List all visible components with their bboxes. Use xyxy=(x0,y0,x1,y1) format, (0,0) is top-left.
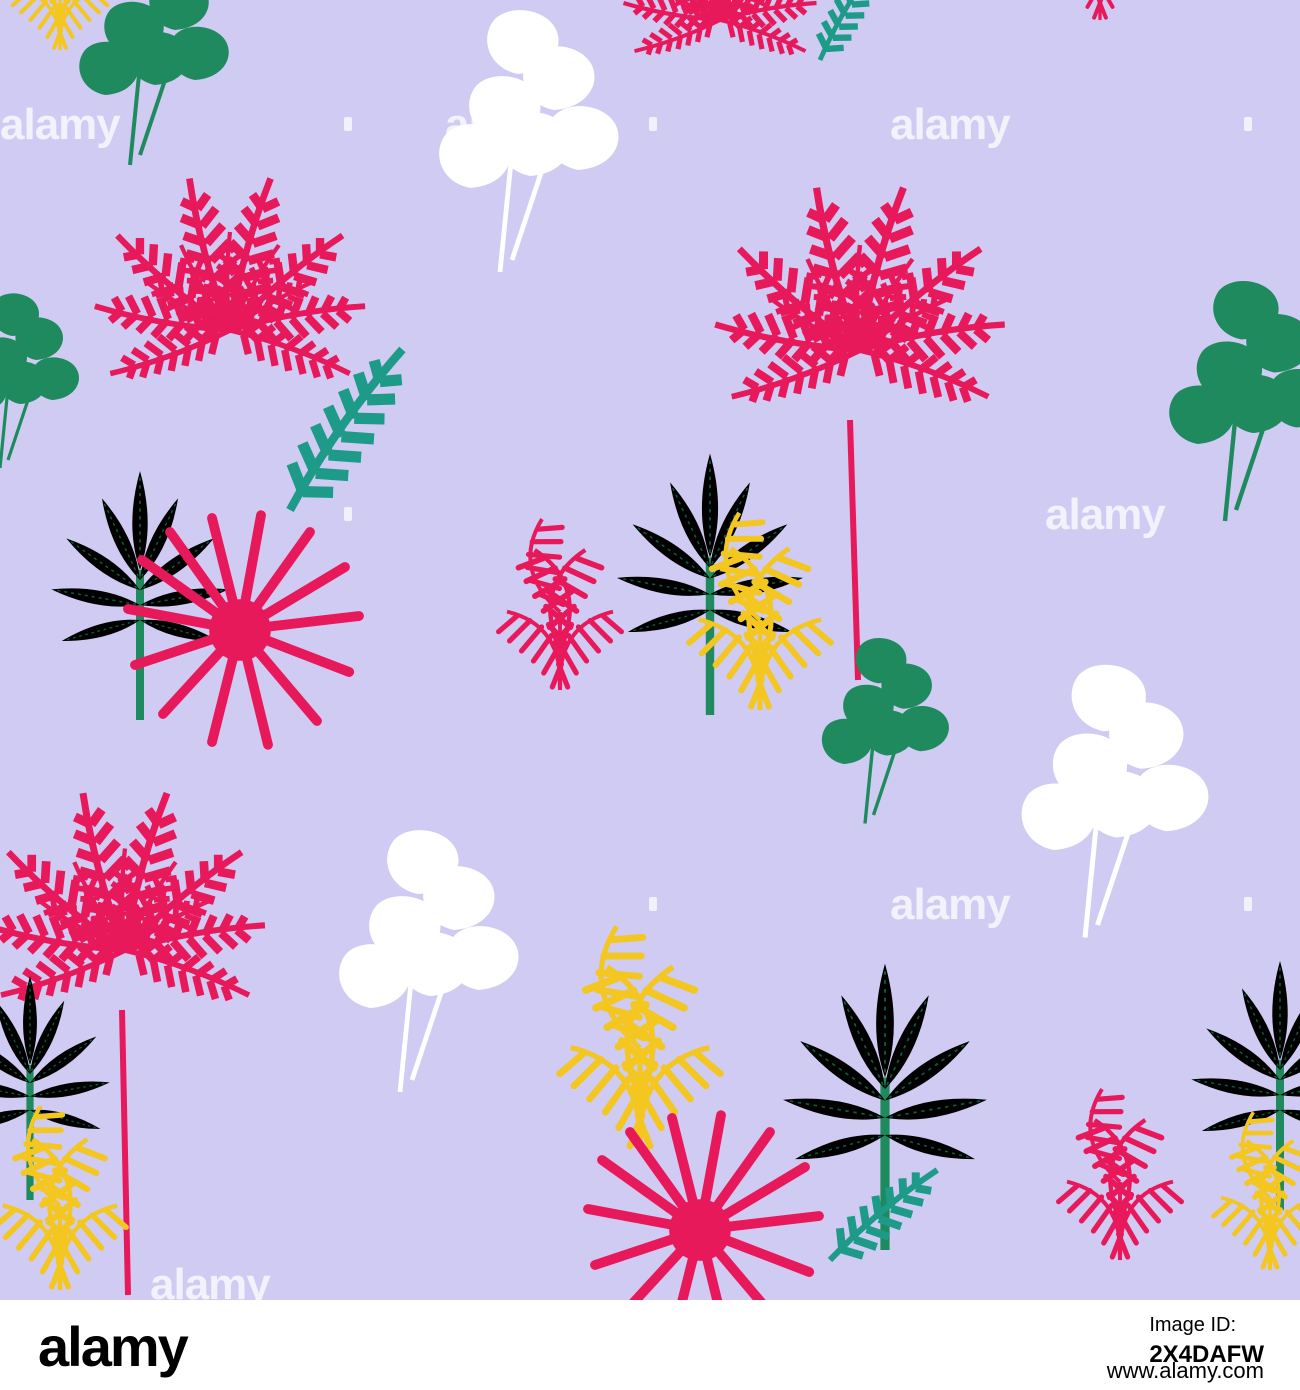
watermark-mark xyxy=(1244,897,1252,911)
tropical-pattern-image: alamy alamy alamy alamy alamy alamy xyxy=(0,0,1300,1300)
watermark: alamy xyxy=(0,100,121,149)
monstera-plant xyxy=(822,638,949,823)
banana-tree xyxy=(50,471,230,720)
pattern-svg xyxy=(0,0,1300,1300)
palm-trunk xyxy=(119,1009,131,1296)
watermark: alamy xyxy=(150,1260,271,1300)
monstera-plant xyxy=(1022,665,1209,938)
palm-trunk xyxy=(847,419,861,681)
small-palm xyxy=(0,1105,137,1292)
alamy-logo: alamy xyxy=(38,1315,189,1378)
fan-palm-leaf xyxy=(588,1115,819,1300)
monstera-plant xyxy=(339,830,518,1092)
feather-palm xyxy=(621,0,819,63)
feather-palm xyxy=(91,173,368,391)
monstera-plant xyxy=(1169,281,1300,521)
small-palm xyxy=(489,518,632,692)
small-palm xyxy=(1045,0,1155,22)
watermark: alamy xyxy=(890,880,1011,929)
site-url: www.alamy.com xyxy=(1106,1358,1264,1383)
watermark-mark xyxy=(1244,117,1252,131)
watermark-mark xyxy=(344,507,352,521)
watermark: alamy xyxy=(890,100,1011,149)
feather-palm xyxy=(0,787,268,1013)
feather-palm xyxy=(712,182,1009,415)
monstera-plant xyxy=(0,293,79,468)
watermark: alamy xyxy=(1045,490,1166,539)
stock-footer: alamy Image ID: 2X4DAFW www.alamy.com xyxy=(0,1300,1300,1390)
fern-frond xyxy=(806,0,890,68)
watermark: alamy xyxy=(445,100,566,149)
small-palm xyxy=(547,925,734,1152)
banana-tree xyxy=(0,976,111,1200)
banana-tree xyxy=(616,454,805,715)
banana-tree xyxy=(1190,961,1300,1210)
watermark-mark xyxy=(649,117,657,131)
small-palm xyxy=(1049,1088,1192,1262)
image-id-label: Image ID: xyxy=(1149,1314,1237,1336)
watermark-mark xyxy=(344,117,352,131)
watermark-mark xyxy=(649,897,657,911)
small-palm xyxy=(1204,1111,1300,1271)
